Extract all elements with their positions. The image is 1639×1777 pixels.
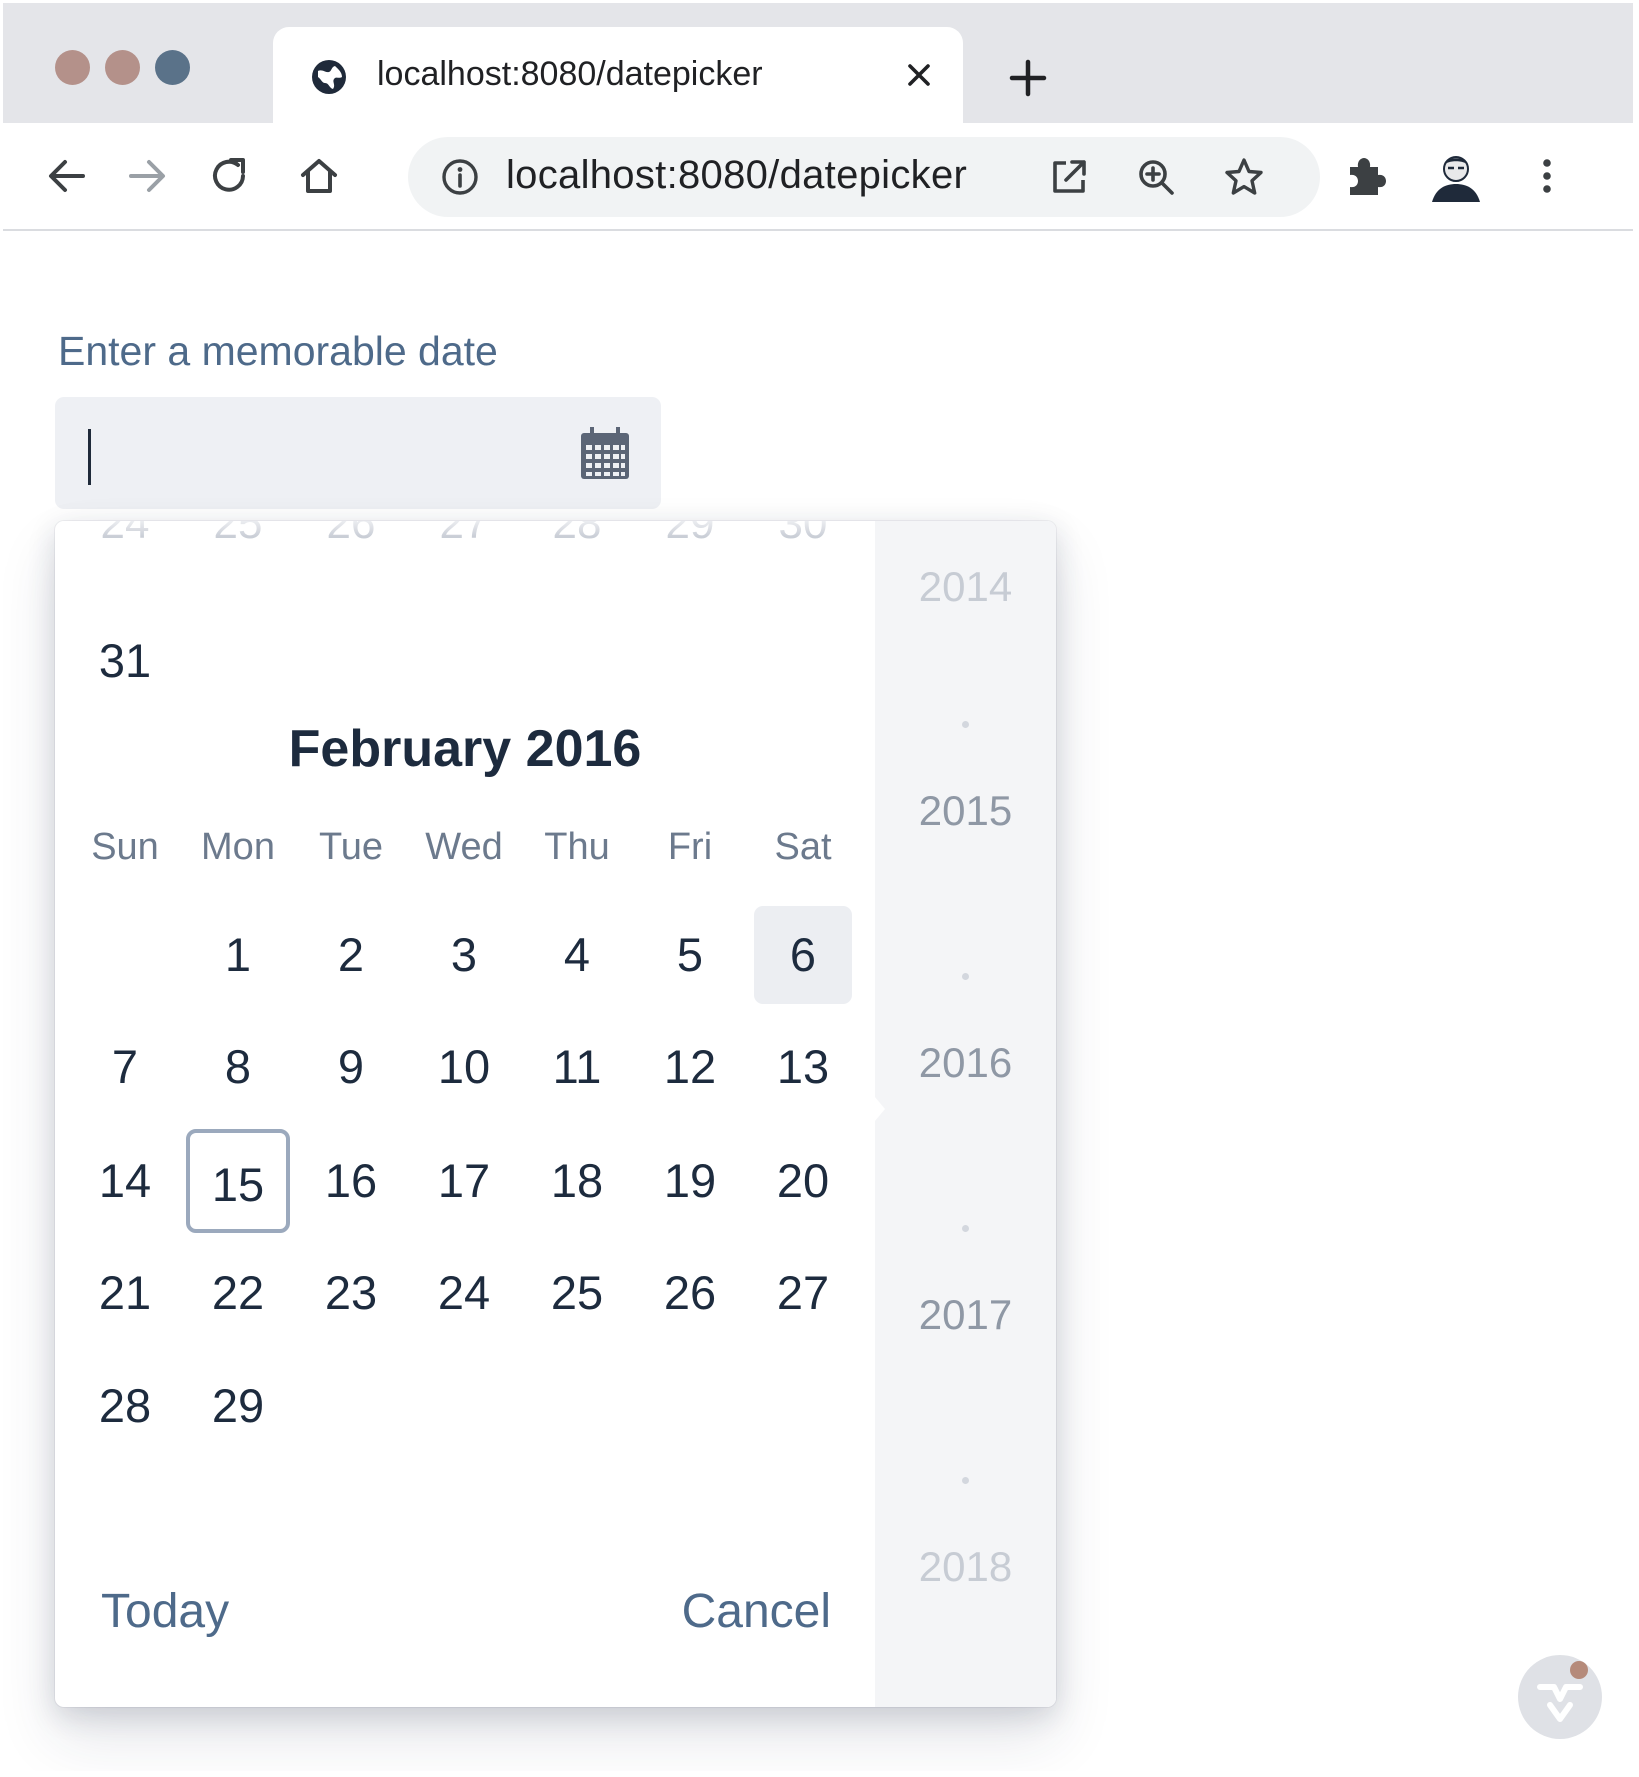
calendar-day[interactable]: 20 <box>747 1131 859 1231</box>
home-button[interactable] <box>293 150 345 202</box>
year-scroller[interactable]: 2014 2015 2016 2017 2018 <box>875 521 1056 1707</box>
selected-calendar-day[interactable]: 6 <box>754 906 852 1004</box>
focused-calendar-day[interactable]: 15 <box>186 1129 290 1233</box>
browser-tab[interactable]: localhost:8080/datepicker <box>273 27 963 127</box>
dev-tools-badge[interactable] <box>1518 1655 1602 1739</box>
calendar-day[interactable]: 24 <box>408 1243 520 1343</box>
calendar-day[interactable]: 13 <box>747 1017 859 1117</box>
close-window-light[interactable] <box>55 50 90 85</box>
date-input[interactable] <box>55 397 661 509</box>
zoom-icon[interactable] <box>1135 156 1177 198</box>
current-year-indicator <box>865 1085 885 1133</box>
calendar-day[interactable]: 1 <box>182 905 294 1005</box>
notification-dot <box>1570 1661 1588 1679</box>
calendar-day[interactable]: 5 <box>634 905 746 1005</box>
new-tab-icon[interactable] <box>1008 58 1048 98</box>
date-field-label: Enter a memorable date <box>58 328 498 374</box>
year-item[interactable]: 2018 <box>875 1543 1056 1591</box>
home-icon <box>301 159 337 193</box>
bookmark-star-icon[interactable] <box>1223 156 1265 198</box>
browser-window: localhost:8080/datepicker localhost:8080… <box>3 3 1633 1771</box>
calendar-day[interactable]: 9 <box>295 1017 407 1117</box>
browser-toolbar: localhost:8080/datepicker <box>3 123 1633 231</box>
minimize-window-light[interactable] <box>105 50 140 85</box>
calendar-day[interactable]: 19 <box>634 1131 746 1231</box>
calendar-day[interactable]: 21 <box>69 1243 181 1343</box>
extensions-puzzle-icon <box>1350 158 1386 195</box>
calendar-day[interactable]: 27 <box>747 1243 859 1343</box>
date-picker-overlay: 24 25 26 27 28 29 30 31 February 2016 Su… <box>55 521 1056 1707</box>
calendar-day[interactable]: 12 <box>634 1017 746 1117</box>
cancel-button[interactable]: Cancel <box>682 1584 831 1639</box>
calendar-day[interactable]: 25 <box>521 1243 633 1343</box>
year-separator-dot <box>962 1225 969 1232</box>
open-external-icon[interactable] <box>1048 156 1090 198</box>
month-scroller[interactable]: 24 25 26 27 28 29 30 31 February 2016 Su… <box>55 521 875 1707</box>
year-separator-dot <box>962 973 969 980</box>
calendar-day[interactable]: 16 <box>295 1131 407 1231</box>
calendar-day[interactable]: 23 <box>295 1243 407 1343</box>
year-item[interactable]: 2017 <box>875 1291 1056 1339</box>
year-item[interactable]: 2015 <box>875 787 1056 835</box>
calendar-day[interactable]: 4 <box>521 905 633 1005</box>
current-year-item[interactable]: 2016 <box>875 1039 1056 1087</box>
reload-button[interactable] <box>203 150 255 202</box>
extensions-button[interactable] <box>1339 150 1391 202</box>
calendar-day[interactable]: 3 <box>408 905 520 1005</box>
today-button[interactable]: Today <box>101 1584 229 1639</box>
tab-strip: localhost:8080/datepicker <box>3 3 1633 127</box>
calendar-day[interactable]: 17 <box>408 1131 520 1231</box>
weekday-header: Fri <box>667 826 713 868</box>
back-icon <box>49 160 85 192</box>
more-menu-button[interactable] <box>1521 150 1573 202</box>
calendar-day[interactable]: 14 <box>69 1131 181 1231</box>
globe-icon <box>312 60 346 94</box>
forward-button[interactable] <box>121 150 173 202</box>
url-text[interactable]: localhost:8080/datepicker <box>506 153 967 198</box>
weekday-header: Mon <box>201 826 275 868</box>
back-button[interactable] <box>41 150 93 202</box>
maximize-window-light[interactable] <box>155 50 190 85</box>
weekday-header: Thu <box>544 826 610 868</box>
month-title: February 2016 <box>288 720 642 778</box>
text-caret <box>88 429 91 485</box>
weekday-header: Sat <box>774 826 832 868</box>
calendar-day[interactable]: 31 <box>69 611 181 711</box>
weekday-header: Wed <box>425 826 503 868</box>
calendar-day[interactable]: 7 <box>69 1017 181 1117</box>
year-item[interactable]: 2014 <box>875 563 1056 611</box>
scroll-fade <box>55 521 875 537</box>
more-menu-icon <box>1543 159 1551 193</box>
year-separator-dot <box>962 721 969 728</box>
previous-month-partial-row: 24 25 26 27 28 29 30 <box>55 521 875 559</box>
calendar-day[interactable]: 28 <box>69 1356 181 1456</box>
calendar-day[interactable]: 11 <box>521 1017 633 1117</box>
profile-avatar[interactable] <box>1428 148 1484 204</box>
calendar-day[interactable]: 18 <box>521 1131 633 1231</box>
calendar-day[interactable]: 10 <box>408 1017 520 1117</box>
calendar-day[interactable]: 26 <box>634 1243 746 1343</box>
calendar-day[interactable]: 8 <box>182 1017 294 1117</box>
profile-avatar-image <box>1428 148 1484 204</box>
vaadin-logo-icon <box>1537 1684 1583 1722</box>
reload-icon <box>213 158 245 192</box>
forward-icon <box>129 160 165 192</box>
weekday-header: Sun <box>91 826 159 868</box>
calendar-day[interactable]: 22 <box>182 1243 294 1343</box>
close-tab-icon[interactable] <box>903 59 935 91</box>
address-bar[interactable]: localhost:8080/datepicker <box>408 137 1320 217</box>
calendar-icon[interactable] <box>579 427 631 481</box>
tab-title: localhost:8080/datepicker <box>377 55 763 93</box>
weekday-header: Tue <box>318 826 384 868</box>
year-separator-dot <box>962 1477 969 1484</box>
info-icon[interactable] <box>440 157 480 197</box>
calendar-day[interactable]: 29 <box>182 1356 294 1456</box>
calendar-day[interactable]: 2 <box>295 905 407 1005</box>
